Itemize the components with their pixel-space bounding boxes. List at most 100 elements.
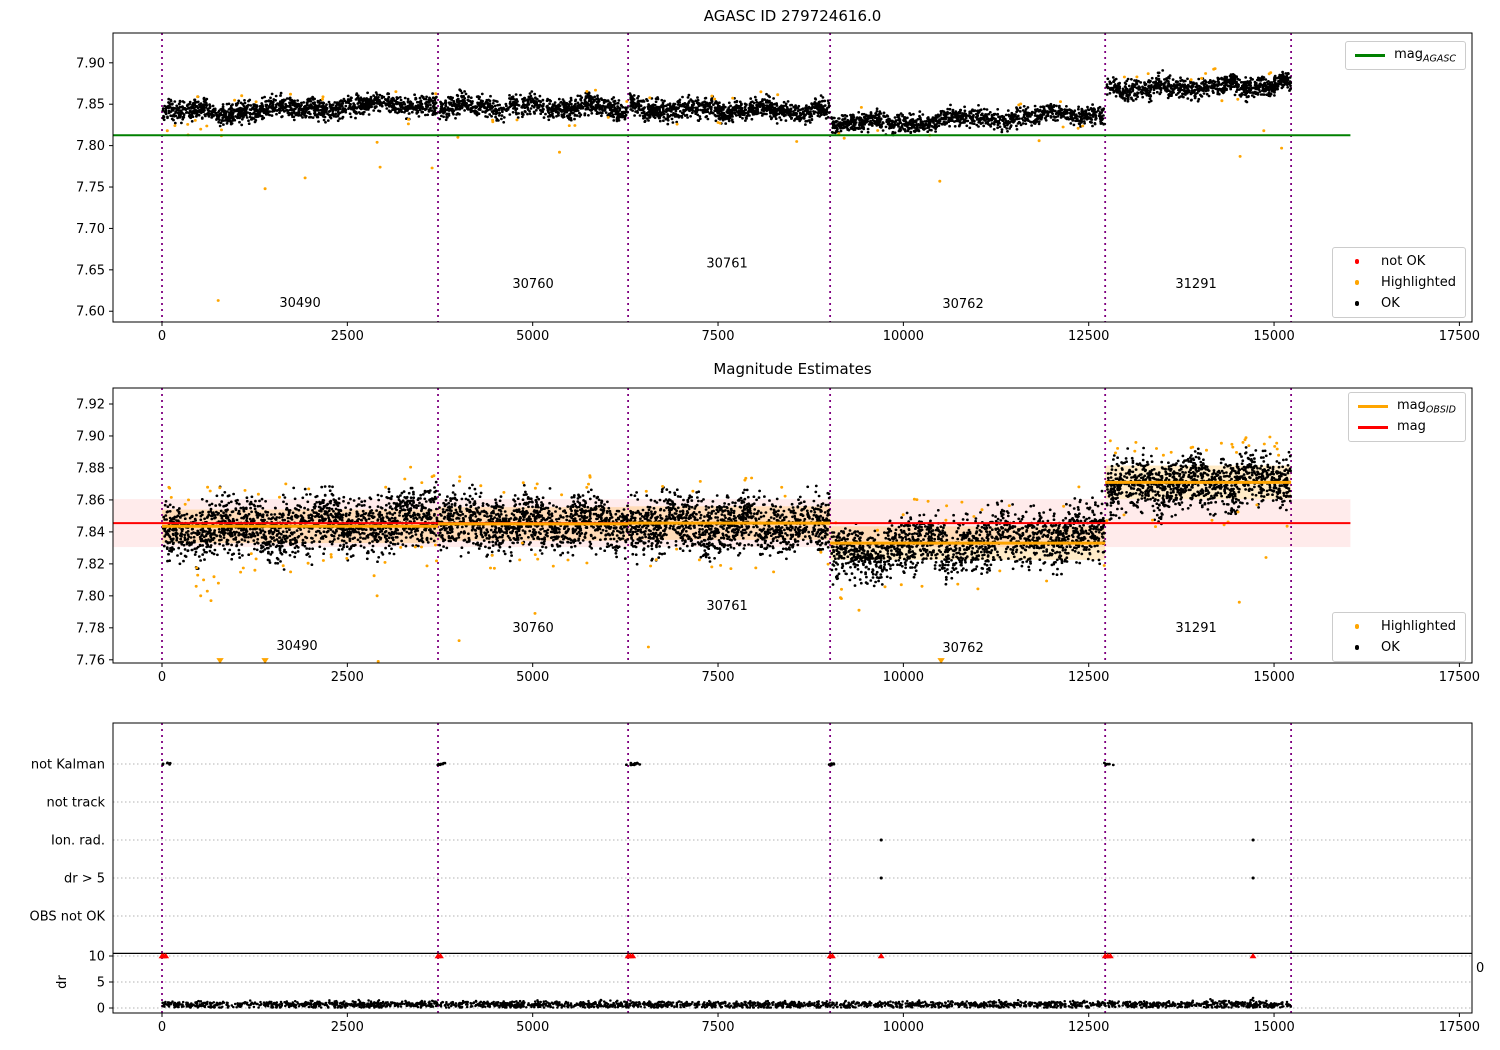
axes-spine <box>112 32 1473 323</box>
x-tick-label: 15000 <box>1253 1020 1294 1035</box>
not-ok-dot-swatch <box>1354 259 1360 264</box>
x-tick-label: 17500 <box>1439 329 1480 344</box>
mag-obsid-line-swatch <box>1357 405 1388 408</box>
ok-dot-swatch <box>1354 301 1360 306</box>
obsid-label: 30762 <box>942 297 983 312</box>
flag-row-label: not Kalman <box>31 758 105 773</box>
x-tick-label: 12500 <box>1068 1020 1109 1035</box>
x-tick-label: 0 <box>158 329 166 344</box>
y-tick-label: 7.86 <box>76 493 105 508</box>
x-tick-label: 10000 <box>883 670 924 685</box>
y-tick-label: 7.70 <box>76 222 105 237</box>
top-panel-title: AGASC ID 279724616.0 <box>703 7 882 25</box>
dr-tick-label: 5 <box>97 976 105 991</box>
legend-row: OK <box>1342 639 1456 656</box>
y-tick-label: 7.85 <box>76 98 105 113</box>
obsid-label: 30760 <box>512 621 553 636</box>
legend-label: OK <box>1381 640 1400 655</box>
y-tick-label: 7.82 <box>76 557 105 572</box>
flag-row-label: OBS not OK <box>30 910 106 925</box>
legend-highlighted-ok: Highlighted OK <box>1332 612 1466 662</box>
swatch-wrap <box>1342 624 1372 629</box>
obsid-label: 31291 <box>1175 621 1216 636</box>
legend-row: OK <box>1342 295 1456 312</box>
y-tick-label: 7.88 <box>76 461 105 476</box>
legend-row: magAGASC <box>1355 47 1456 64</box>
x-tick-label: 0 <box>158 1020 166 1035</box>
x-tick-label: 2500 <box>331 670 364 685</box>
x-tick-label: 7500 <box>701 329 734 344</box>
legend-label: magAGASC <box>1394 46 1456 65</box>
flag-row-label: not track <box>46 796 105 811</box>
y-tick-label: 7.92 <box>76 397 105 412</box>
x-tick-label: 10000 <box>883 329 924 344</box>
legend-mag-agasc: magAGASC <box>1345 41 1466 70</box>
mag-line-swatch <box>1357 426 1388 429</box>
x-tick-label: 7500 <box>701 1020 734 1035</box>
chart-canvas: 30490307603076130762312910 2500 5000 7500 10… <box>30 32 1480 1035</box>
highlighted-dot-swatch <box>1354 280 1360 285</box>
y-tick-label: 7.78 <box>76 621 105 636</box>
y-tick-label: 7.76 <box>76 653 105 668</box>
ok-dot-swatch <box>1354 645 1360 650</box>
axes-spine <box>112 722 1473 1014</box>
flag-row-label: dr > 5 <box>64 872 105 887</box>
y-tick-label: 7.60 <box>76 305 105 320</box>
y-tick-label: 7.65 <box>76 263 105 278</box>
x-tick-label: 0 <box>158 670 166 685</box>
obsid-label: 30762 <box>942 641 983 656</box>
obsid-label: 30490 <box>279 296 320 311</box>
dr-tick-label: 0 <box>97 1002 105 1017</box>
highlighted-dot-swatch <box>1354 624 1360 629</box>
top-ok-points <box>161 69 1293 137</box>
legend-label: magOBSID <box>1396 397 1456 416</box>
legend-row: Highlighted <box>1342 274 1456 291</box>
y-tick-label: 7.80 <box>76 589 105 604</box>
legend-row: Highlighted <box>1342 618 1456 635</box>
x-tick-label: 2500 <box>331 329 364 344</box>
x-tick-label: 17500 <box>1439 1020 1480 1035</box>
x-tick-label: 12500 <box>1068 329 1109 344</box>
y-tick-label: 7.84 <box>76 525 105 540</box>
y-tick-label: 7.75 <box>76 181 105 196</box>
swatch-wrap <box>1342 280 1372 285</box>
legend-label: Highlighted <box>1381 275 1456 290</box>
obsid-label: 30761 <box>706 256 747 271</box>
x-tick-label: 2500 <box>331 1020 364 1035</box>
swatch-wrap <box>1342 301 1372 306</box>
legend-mag-lines: magOBSID mag <box>1347 392 1466 442</box>
legend-label: mag <box>1396 418 1426 434</box>
legend-label: not OK <box>1381 254 1426 269</box>
legend-point-status: not OK Highlighted OK <box>1332 247 1466 318</box>
dr-right-axis-label: 0 <box>1476 961 1485 976</box>
swatch-wrap <box>1342 259 1372 264</box>
legend-label: Highlighted <box>1381 619 1456 634</box>
obsid-label: 30490 <box>276 639 317 654</box>
obsid-label: 31291 <box>1175 277 1216 292</box>
legend-row: not OK <box>1342 253 1456 270</box>
x-tick-label: 10000 <box>883 1020 924 1035</box>
legend-row: mag <box>1357 418 1456 436</box>
x-tick-label: 15000 <box>1253 670 1294 685</box>
x-tick-label: 15000 <box>1253 329 1294 344</box>
x-tick-label: 5000 <box>516 670 549 685</box>
x-tick-label: 17500 <box>1439 670 1480 685</box>
obsid-label: 30761 <box>706 599 747 614</box>
x-tick-label: 5000 <box>516 1020 549 1035</box>
legend-label: OK <box>1381 296 1400 311</box>
flag-row-label: Ion. rad. <box>51 834 105 849</box>
y-tick-label: 7.90 <box>76 429 105 444</box>
mag-agasc-line-swatch <box>1355 54 1386 57</box>
middle-panel-title: Magnitude Estimates <box>713 360 872 378</box>
x-tick-label: 5000 <box>516 329 549 344</box>
obsid-label: 30760 <box>512 277 553 292</box>
x-tick-label: 7500 <box>701 670 734 685</box>
dr-points <box>161 996 1293 1009</box>
y-tick-label: 7.90 <box>76 56 105 71</box>
x-tick-label: 12500 <box>1068 670 1109 685</box>
figure: 30490 30760 30761 30762 31291 0 2500 5000 7500 10… <box>0 0 1500 1050</box>
dr-tick-label: 10 <box>88 950 105 965</box>
swatch-wrap <box>1342 645 1372 650</box>
y-tick-label: 7.80 <box>76 139 105 154</box>
legend-row: magOBSID <box>1357 397 1456 416</box>
